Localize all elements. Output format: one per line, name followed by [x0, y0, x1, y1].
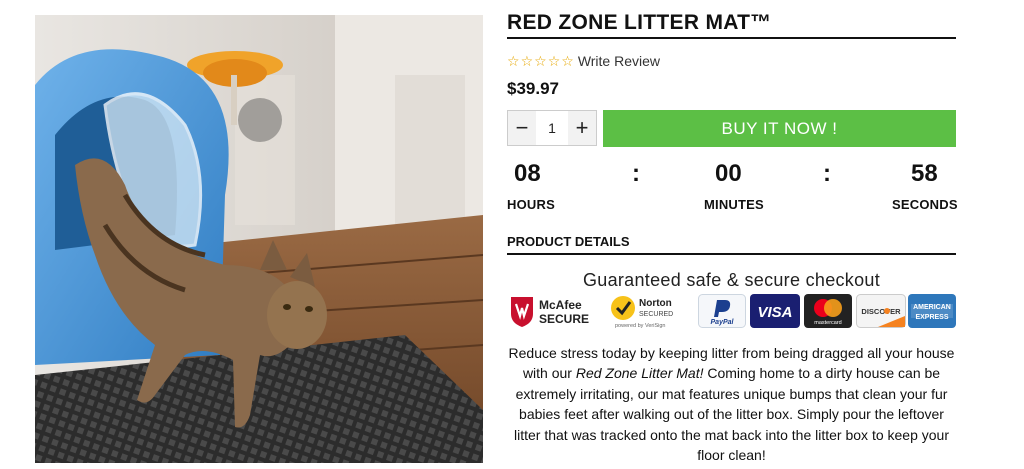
mcafee-name: McAfee — [539, 298, 582, 312]
star-icon[interactable]: ☆ — [521, 54, 534, 68]
product-price: $39.97 — [507, 79, 559, 98]
visa-badge: VISA — [750, 294, 800, 328]
star-icon[interactable]: ☆ — [507, 54, 520, 68]
write-review-link[interactable]: Write Review — [578, 53, 660, 69]
quantity-input[interactable]: 1 — [536, 120, 568, 136]
star-icon[interactable]: ☆ — [561, 54, 574, 68]
description-product-name: Red Zone Litter Mat! — [575, 365, 704, 382]
countdown-separator: : — [632, 160, 640, 187]
quantity-decrease-button[interactable]: − — [508, 111, 536, 145]
countdown-hours-label: HOURS — [507, 197, 555, 212]
star-icon[interactable]: ☆ — [534, 54, 547, 68]
quantity-increase-button[interactable]: + — [568, 111, 596, 145]
countdown-separator: : — [823, 160, 831, 187]
countdown-seconds-label: SECONDS — [892, 197, 958, 212]
mastercard-text: mastercard — [814, 320, 842, 326]
product-image — [35, 15, 483, 463]
paypal-badge: PayPal — [698, 294, 746, 328]
amex-badge: AMERICAN EXPRESS — [908, 294, 956, 328]
norton-verisign-text: powered by VeriSign — [615, 323, 665, 329]
amex-text-bottom: EXPRESS — [915, 314, 948, 321]
product-details-tab[interactable]: PRODUCT DETAILS — [507, 234, 630, 249]
title-divider — [507, 37, 956, 39]
mastercard-badge: mastercard — [804, 294, 852, 328]
details-divider — [507, 253, 956, 255]
norton-secured-badge: Norton SECURED powered by VeriSign — [609, 294, 691, 329]
quantity-stepper: − 1 + — [507, 110, 597, 146]
rating-row: ☆ ☆ ☆ ☆ ☆ Write Review — [507, 53, 660, 69]
secure-checkout-heading: Guaranteed safe & secure checkout — [582, 270, 881, 290]
countdown-timer: 08 : 00 : 58 HOURS MINUTES SECONDS — [507, 160, 958, 216]
discover-badge: DISCOVER — [856, 294, 906, 328]
countdown-minutes-label: MINUTES — [704, 197, 764, 212]
mcafee-secure-badge: McAfee SECURE — [507, 294, 599, 328]
amex-text-top: AMERICAN — [913, 304, 951, 311]
visa-text: VISA — [757, 304, 792, 321]
mcafee-secure-text: SECURE — [539, 312, 589, 326]
star-icon[interactable]: ☆ — [548, 54, 561, 68]
countdown-seconds: 58 — [911, 160, 938, 187]
norton-name: Norton — [639, 298, 672, 309]
countdown-minutes: 00 — [715, 160, 742, 187]
discover-text: DISCOVER — [861, 307, 901, 316]
product-title: RED ZONE LITTER MAT™ — [507, 11, 772, 34]
buy-now-button[interactable]: BUY IT NOW ! — [603, 110, 956, 147]
product-description: Reduce stress today by keeping litter fr… — [507, 343, 956, 465]
trust-badges: McAfee SECURE Norton SECURED powered by … — [507, 294, 956, 330]
paypal-text: PayPal — [711, 319, 735, 326]
countdown-hours: 08 — [514, 160, 541, 187]
norton-secured-text: SECURED — [639, 311, 673, 318]
rating-stars[interactable]: ☆ ☆ ☆ ☆ ☆ — [507, 54, 574, 68]
